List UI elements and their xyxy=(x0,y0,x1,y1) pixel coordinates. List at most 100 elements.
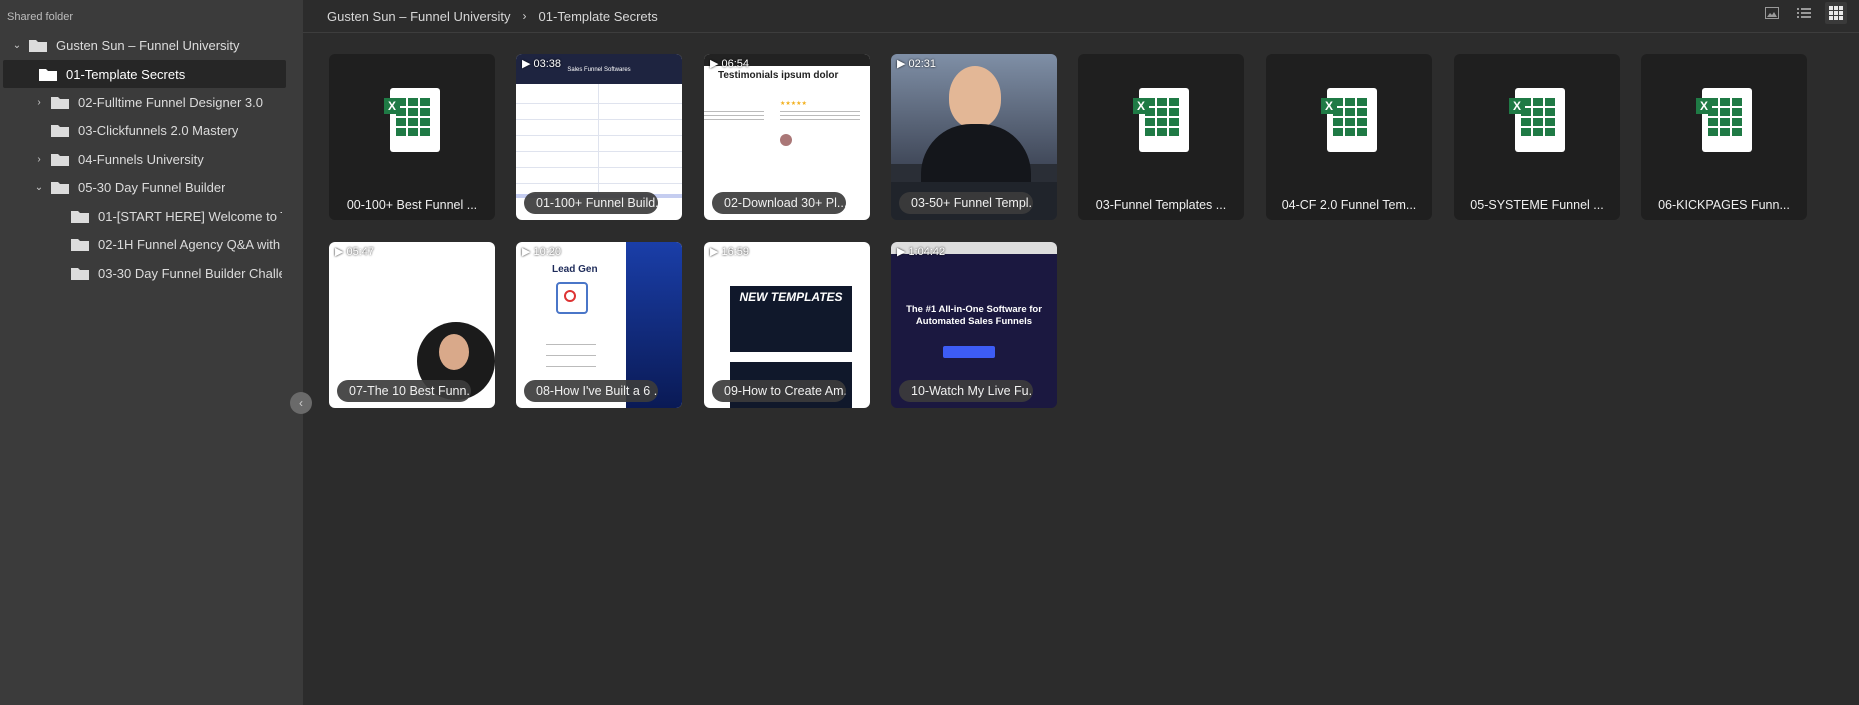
thumbnail-title: The #1 All-in-One Software for Automated… xyxy=(906,304,1042,327)
svg-text:X: X xyxy=(1325,99,1333,113)
tree-item-30-day-funnel-builder[interactable]: ⌄ 05-30 Day Funnel Builder xyxy=(32,173,290,201)
view-switcher xyxy=(1761,2,1847,24)
tree-item-label: 03-Clickfunnels 2.0 Mastery xyxy=(78,122,239,138)
folder-icon xyxy=(38,66,58,82)
svg-text:X: X xyxy=(1513,99,1521,113)
tile-caption: 03-50+ Funnel Templ... xyxy=(899,192,1033,214)
tree-item-clickfunnels-mastery[interactable]: 03-Clickfunnels 2.0 Mastery xyxy=(46,116,290,144)
duration-text: 05:47 xyxy=(346,245,374,258)
file-tile[interactable]: X 03-Funnel Templates ... xyxy=(1078,54,1244,220)
tree-item-label: 01-[START HERE] Welcome to Th xyxy=(98,208,282,224)
duration-text: 1:04:42 xyxy=(908,245,946,258)
sidebar: Shared folder ⌄ Gusten Sun – Funnel Univ… xyxy=(0,0,303,705)
video-tile[interactable]: ▶ 05:47 07-The 10 Best Funn... xyxy=(329,242,495,408)
duration-text: 06:54 xyxy=(721,57,749,70)
video-tile[interactable]: Lead Gen ▶ 10:20 08-How I've Built a 6 ..… xyxy=(516,242,682,408)
breadcrumb-separator: › xyxy=(522,9,527,23)
folder-icon xyxy=(28,37,48,53)
video-tile[interactable]: The #1 All-in-One Software for Automated… xyxy=(891,242,1057,408)
folder-icon xyxy=(70,208,90,224)
excel-file-icon: X xyxy=(1133,88,1189,157)
excel-file-icon: X xyxy=(1696,88,1752,157)
video-duration: ▶ 03:38 xyxy=(522,57,561,71)
video-tile[interactable]: Sales Funnel Softwares ▶ 03:38 01-100+ Fu… xyxy=(516,54,682,220)
sidebar-heading: Shared folder xyxy=(7,11,74,23)
tile-caption: 01-100+ Funnel Build... xyxy=(524,192,658,214)
tile-caption: 08-How I've Built a 6 ... xyxy=(524,380,658,402)
header: Gusten Sun – Funnel University › 01-Temp… xyxy=(303,0,1859,33)
chevron-down-icon[interactable]: ⌄ xyxy=(32,182,46,193)
file-tile[interactable]: X 05-SYSTEME Funnel ... xyxy=(1454,54,1620,220)
play-icon: ▶ xyxy=(897,246,906,258)
breadcrumb-root[interactable]: Gusten Sun – Funnel University xyxy=(327,9,511,24)
tree-item-fulltime-funnel-designer[interactable]: › 02-Fulltime Funnel Designer 3.0 xyxy=(32,88,290,116)
folder-icon xyxy=(50,122,70,138)
tile-caption: 06-KICKPAGES Funn... xyxy=(1658,198,1790,212)
image-view-icon xyxy=(1765,7,1779,19)
chevron-right-icon[interactable]: › xyxy=(32,97,46,108)
tree-item-funnels-university[interactable]: › 04-Funnels University xyxy=(32,145,290,173)
excel-file-icon: X xyxy=(384,88,440,157)
tree-item-label: 03-30 Day Funnel Builder Challen xyxy=(98,265,282,281)
tile-caption: 07-The 10 Best Funn... xyxy=(337,380,471,402)
tree-item-template-secrets[interactable]: 01-Template Secrets xyxy=(3,60,286,88)
tree-item-label: 04-Funnels University xyxy=(78,151,204,167)
video-duration: ▶ 05:47 xyxy=(335,245,374,259)
play-icon: ▶ xyxy=(710,246,719,258)
breadcrumb: Gusten Sun – Funnel University › 01-Temp… xyxy=(327,9,658,24)
duration-text: 10:20 xyxy=(533,245,561,258)
video-duration: ▶ 1:04:42 xyxy=(897,245,946,259)
list-view-icon xyxy=(1797,8,1811,18)
breadcrumb-current: 01-Template Secrets xyxy=(538,8,658,24)
svg-text:X: X xyxy=(1137,99,1145,113)
thumbnail-title: NEW TEMPLATES xyxy=(739,290,843,304)
tree-item-funnel-agency-qa[interactable]: 02-1H Funnel Agency Q&A with G xyxy=(66,230,282,258)
svg-text:X: X xyxy=(1700,99,1708,113)
file-tile[interactable]: X 06-KICKPAGES Funn... xyxy=(1641,54,1807,220)
grid-view-button[interactable] xyxy=(1825,2,1847,24)
sidebar-collapse-button[interactable]: ‹ xyxy=(290,392,312,414)
play-icon: ▶ xyxy=(522,246,531,258)
play-icon: ▶ xyxy=(710,58,719,70)
tree-item-start-here[interactable]: 01-[START HERE] Welcome to Th xyxy=(66,202,282,230)
chevron-down-icon[interactable]: ⌄ xyxy=(10,40,24,51)
video-duration: ▶ 02:31 xyxy=(897,57,936,71)
duration-text: 02:31 xyxy=(908,57,936,70)
tile-caption: 05-SYSTEME Funnel ... xyxy=(1470,198,1604,212)
chevron-right-icon[interactable]: › xyxy=(32,154,46,165)
tree-item-root[interactable]: ⌄ Gusten Sun – Funnel University xyxy=(10,31,290,59)
tile-caption: 09-How to Create Am... xyxy=(712,380,846,402)
tile-caption: 03-Funnel Templates ... xyxy=(1095,198,1227,212)
tile-caption: 04-CF 2.0 Funnel Tem... xyxy=(1281,198,1417,212)
thumbnail-title: Lead Gen xyxy=(552,264,598,275)
play-icon: ▶ xyxy=(522,58,531,70)
file-tile[interactable]: X 00-100+ Best Funnel ... xyxy=(329,54,495,220)
duration-text: 16:59 xyxy=(721,245,749,258)
video-tile[interactable]: NEW TEMPLATES ▶ 16:59 09-How to Create Am… xyxy=(704,242,870,408)
folder-icon xyxy=(70,265,90,281)
svg-text:X: X xyxy=(388,99,396,113)
duration-text: 03:38 xyxy=(533,57,561,70)
video-tile[interactable]: ▶ 02:31 03-50+ Funnel Templ... xyxy=(891,54,1057,220)
excel-file-icon: X xyxy=(1509,88,1565,157)
thumbnail-title: Testimonials ipsum dolor xyxy=(718,70,839,81)
tree-item-label: 01-Template Secrets xyxy=(66,66,186,82)
tree-item-funnel-builder-challenge[interactable]: 03-30 Day Funnel Builder Challen xyxy=(66,259,282,287)
video-tile[interactable]: Testimonials ipsum dolor ★★★★★ ▶ 06:54 02… xyxy=(704,54,870,220)
file-tile[interactable]: X 04-CF 2.0 Funnel Tem... xyxy=(1266,54,1432,220)
tree-item-label: Gusten Sun – Funnel University xyxy=(56,37,240,53)
tree-item-label: 02-1H Funnel Agency Q&A with G xyxy=(98,236,282,252)
video-duration: ▶ 16:59 xyxy=(710,245,749,259)
grid-view-icon xyxy=(1829,6,1843,20)
tile-caption: 00-100+ Best Funnel ... xyxy=(346,198,478,212)
play-icon: ▶ xyxy=(897,58,906,70)
tree-item-label: 05-30 Day Funnel Builder xyxy=(78,179,226,195)
play-icon: ▶ xyxy=(335,246,344,258)
video-duration: ▶ 10:20 xyxy=(522,245,561,259)
image-view-button[interactable] xyxy=(1761,2,1783,24)
list-view-button[interactable] xyxy=(1793,2,1815,24)
excel-file-icon: X xyxy=(1321,88,1377,157)
video-duration: ▶ 06:54 xyxy=(710,57,749,71)
folder-icon xyxy=(70,236,90,252)
tree-item-label: 02-Fulltime Funnel Designer 3.0 xyxy=(78,94,263,110)
